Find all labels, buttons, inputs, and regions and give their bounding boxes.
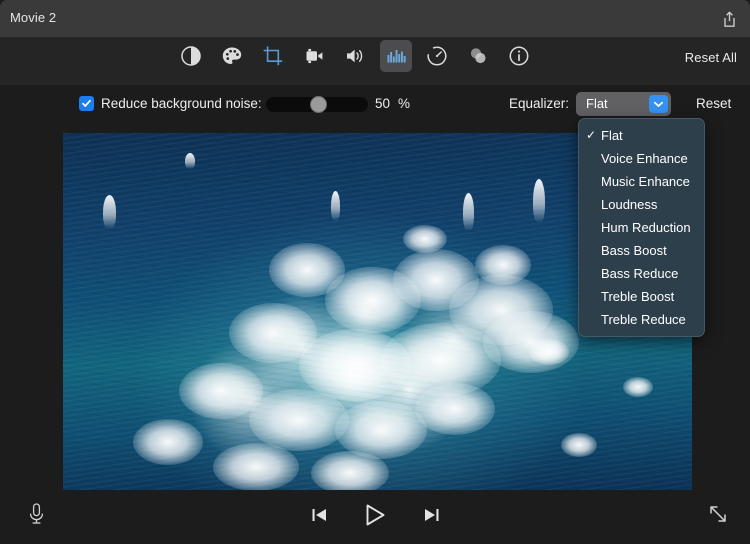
equalizer-icon[interactable] <box>380 40 412 72</box>
menu-item-bass-boost[interactable]: Bass Boost <box>579 239 704 262</box>
color-balance-icon[interactable] <box>216 40 248 72</box>
noise-percent-sign: % <box>398 96 411 111</box>
filters-icon[interactable] <box>462 40 494 72</box>
noise-level-slider[interactable] <box>266 96 368 113</box>
menu-item-label: Music Enhance <box>601 174 690 189</box>
play-icon[interactable] <box>360 500 390 530</box>
equalizer-dropdown-menu[interactable]: ✓ Flat Voice Enhance Music Enhance Loudn… <box>578 118 705 337</box>
noise-percent-value: 50 <box>375 96 391 111</box>
menu-item-bass-reduce[interactable]: Bass Reduce <box>579 262 704 285</box>
menu-item-label: Hum Reduction <box>601 220 691 235</box>
video-editor-window: Movie 2 Reset All Reduce background nois… <box>0 0 750 544</box>
menu-item-label: Bass Reduce <box>601 266 679 281</box>
playback-bar <box>0 490 750 544</box>
speed-icon[interactable] <box>421 40 453 72</box>
menu-item-label: Voice Enhance <box>601 151 688 166</box>
menu-item-loudness[interactable]: Loudness <box>579 193 704 216</box>
menu-item-music-enhance[interactable]: Music Enhance <box>579 170 704 193</box>
reduce-noise-checkbox[interactable] <box>79 96 94 111</box>
chevron-down-icon[interactable] <box>649 95 668 113</box>
equalizer-select[interactable]: Flat <box>576 92 671 116</box>
video-camera-icon[interactable] <box>298 40 330 72</box>
transport-controls <box>304 500 446 530</box>
reset-all-button[interactable]: Reset All <box>685 50 737 65</box>
check-icon: ✓ <box>586 128 597 142</box>
menu-item-treble-reduce[interactable]: Treble Reduce <box>579 308 704 331</box>
adjust-exposure-icon[interactable] <box>175 40 207 72</box>
menu-item-label: Loudness <box>601 197 658 212</box>
menu-item-flat[interactable]: ✓ Flat <box>579 124 704 147</box>
slider-knob[interactable] <box>310 96 327 113</box>
menu-item-label: Flat <box>601 128 623 143</box>
title-bar: Movie 2 <box>0 0 750 37</box>
menu-item-voice-enhance[interactable]: Voice Enhance <box>579 147 704 170</box>
info-icon[interactable] <box>503 40 535 72</box>
equalizer-label: Equalizer: <box>509 96 570 111</box>
reduce-noise-label: Reduce background noise: <box>101 96 262 111</box>
volume-icon[interactable] <box>339 40 371 72</box>
skip-to-start-icon[interactable] <box>304 500 334 530</box>
tool-button-group <box>175 40 535 72</box>
page-title: Movie 2 <box>10 10 57 25</box>
skip-to-end-icon[interactable] <box>416 500 446 530</box>
equalizer-select-value: Flat <box>586 96 608 111</box>
menu-item-label: Treble Reduce <box>601 312 686 327</box>
menu-item-label: Bass Boost <box>601 243 667 258</box>
menu-item-hum-reduction[interactable]: Hum Reduction <box>579 216 704 239</box>
microphone-icon[interactable] <box>22 499 50 529</box>
equalizer-reset-button[interactable]: Reset <box>696 96 731 111</box>
menu-item-treble-boost[interactable]: Treble Boost <box>579 285 704 308</box>
share-icon[interactable] <box>716 7 742 31</box>
crop-icon[interactable] <box>257 40 289 72</box>
edit-toolbar: Reset All <box>0 37 750 85</box>
menu-item-label: Treble Boost <box>601 289 675 304</box>
resize-diagonal-icon[interactable] <box>704 499 732 529</box>
